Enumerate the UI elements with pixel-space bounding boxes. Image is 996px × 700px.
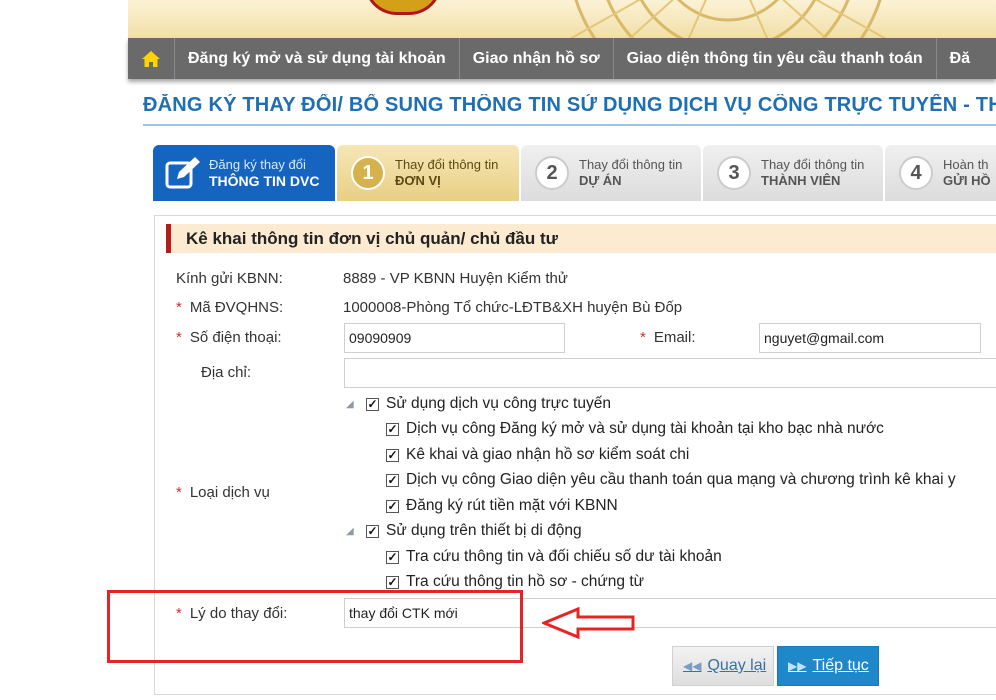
- dvqhns-label: Mã ĐVQHNS:: [189, 299, 284, 316]
- checkbox-checked-icon[interactable]: ✓: [386, 575, 399, 589]
- address-label: Địa chỉ:: [201, 364, 252, 381]
- service-group-label: Sử dụng trên thiết bị di động: [386, 522, 582, 539]
- step-line1: Hoàn th: [943, 157, 989, 172]
- service-item[interactable]: ✓ Dịch vụ công Giao diện yêu cầu thanh t…: [386, 471, 956, 489]
- service-group-online[interactable]: ✓ Sử dụng dịch vụ công trực tuyến: [366, 395, 611, 413]
- required-mark: *: [176, 299, 182, 316]
- required-mark: *: [176, 329, 182, 346]
- service-item[interactable]: ✓ Kê khai và giao nhận hồ sơ kiểm soát c…: [386, 446, 689, 464]
- step-number: 4: [899, 156, 933, 190]
- phone-label: Số điện thoại:: [189, 329, 282, 346]
- service-item-label: Đăng ký rút tiền mặt với KBNN: [406, 497, 618, 514]
- checkbox-checked-icon[interactable]: ✓: [386, 422, 399, 436]
- main-nav: Đăng ký mở và sử dụng tài khoản Giao nhậ…: [128, 38, 996, 79]
- dvqhns-label-row: * Mã ĐVQHNS:: [176, 299, 283, 316]
- checkbox-checked-icon[interactable]: ✓: [386, 448, 399, 462]
- service-item-label: Kê khai và giao nhận hồ sơ kiểm soát chi: [406, 446, 690, 463]
- step-number: 2: [535, 156, 569, 190]
- service-item[interactable]: ✓ Dịch vụ công Đăng ký mở và sử dụng tài…: [386, 420, 884, 438]
- emblem-logo: [364, 0, 442, 15]
- email-input[interactable]: nguyet@gmail.com: [759, 323, 981, 353]
- step-line1: Đăng ký thay đổi: [209, 157, 306, 172]
- nav-item-payment-request[interactable]: Giao diện thông tin yêu cầu thanh toán: [614, 38, 937, 79]
- step-register-change[interactable]: Đăng ký thay đổi THÔNG TIN DVC: [153, 145, 335, 201]
- step-submit[interactable]: 4 Hoàn th GỬI HỒ: [885, 145, 996, 201]
- service-item-label: Dịch vụ công Giao diện yêu cầu thanh toá…: [406, 471, 956, 488]
- nav-item-more[interactable]: Đă: [937, 38, 983, 79]
- rewind-icon: ◀◀: [683, 659, 702, 673]
- back-button-label: Quay lại: [707, 657, 767, 674]
- step-project-info[interactable]: 2 Thay đổi thông tin DỰ ÁN: [521, 145, 701, 201]
- service-item-label: Dịch vụ công Đăng ký mở và sử dụng tài k…: [406, 420, 884, 437]
- nav-item-account-registration[interactable]: Đăng ký mở và sử dụng tài khoản: [175, 38, 460, 79]
- required-mark: *: [640, 329, 646, 346]
- edit-icon: [165, 157, 200, 189]
- dvqhns-value: 1000008-Phòng Tổ chức-LĐTB&XH huyện Bù Đ…: [343, 299, 683, 316]
- title-divider: [143, 124, 996, 126]
- step-unit-info[interactable]: 1 Thay đổi thông tin ĐƠN VỊ: [337, 145, 519, 201]
- back-button[interactable]: ◀◀ Quay lại: [672, 646, 774, 686]
- header-banner: [128, 0, 996, 38]
- checkbox-checked-icon[interactable]: ✓: [366, 524, 379, 538]
- step-line1: Thay đổi thông tin: [579, 157, 683, 172]
- step-line2: THÀNH VIÊN: [761, 173, 841, 188]
- collapse-triangle-icon[interactable]: ◢: [346, 399, 354, 410]
- wizard-steps: Đăng ký thay đổi THÔNG TIN DVC 1 Thay đổ…: [153, 145, 996, 201]
- service-label: Loại dịch vụ: [189, 484, 270, 501]
- step-number: 3: [717, 156, 751, 190]
- kbnn-value: 8889 - VP KBNN Huyện Kiểm thử: [343, 270, 568, 287]
- service-label-row: * Loại dịch vụ: [176, 484, 270, 501]
- nav-home-button[interactable]: [128, 38, 175, 79]
- step-member-info[interactable]: 3 Thay đổi thông tin THÀNH VIÊN: [703, 145, 883, 201]
- collapse-triangle-icon[interactable]: ◢: [346, 526, 354, 537]
- step-line2: ĐƠN VỊ: [395, 173, 441, 188]
- fast-forward-icon: ▶▶: [788, 659, 807, 673]
- step-line1: Thay đổi thông tin: [395, 157, 499, 172]
- phone-input[interactable]: 09090909: [344, 323, 565, 353]
- next-button[interactable]: ▶▶ Tiếp tục: [777, 646, 879, 686]
- checkbox-checked-icon[interactable]: ✓: [386, 473, 399, 487]
- address-input[interactable]: [344, 358, 996, 388]
- service-item[interactable]: ✓ Đăng ký rút tiền mặt với KBNN: [386, 497, 618, 515]
- step-line2: GỬI HỒ: [943, 173, 991, 188]
- step-line2: THÔNG TIN DVC: [209, 173, 320, 189]
- page-title: ĐĂNG KÝ THAY ĐỔI/ BỔ SUNG THÔNG TIN SỬ D…: [143, 94, 996, 116]
- email-label-row: * Email:: [640, 329, 696, 346]
- service-item[interactable]: ✓ Tra cứu thông tin hồ sơ - chứng từ: [386, 573, 644, 591]
- highlight-box: [107, 590, 523, 663]
- checkbox-checked-icon[interactable]: ✓: [386, 499, 399, 513]
- next-button-label: Tiếp tục: [812, 657, 869, 674]
- service-item[interactable]: ✓ Tra cứu thông tin và đối chiếu số dư t…: [386, 548, 722, 566]
- step-line2: DỰ ÁN: [579, 173, 622, 188]
- home-icon: [142, 50, 160, 67]
- service-item-label: Tra cứu thông tin và đối chiếu số dư tài…: [406, 548, 722, 565]
- service-group-mobile[interactable]: ✓ Sử dụng trên thiết bị di động: [366, 522, 582, 540]
- nav-item-document-exchange[interactable]: Giao nhận hồ sơ: [460, 38, 614, 79]
- kbnn-label: Kính gửi KBNN:: [176, 270, 283, 287]
- phone-label-row: * Số điện thoại:: [176, 329, 282, 346]
- service-group-label: Sử dụng dịch vụ công trực tuyến: [386, 395, 611, 412]
- required-mark: *: [176, 484, 182, 501]
- checkbox-checked-icon[interactable]: ✓: [366, 397, 379, 411]
- section-title: Kê khai thông tin đơn vị chủ quản/ chủ đ…: [166, 224, 996, 253]
- annotation-arrow-icon: [542, 607, 635, 639]
- service-item-label: Tra cứu thông tin hồ sơ - chứng từ: [406, 573, 645, 590]
- checkbox-checked-icon[interactable]: ✓: [386, 550, 399, 564]
- step-number: 1: [351, 156, 385, 190]
- step-line1: Thay đổi thông tin: [761, 157, 865, 172]
- bronze-drum-pattern: [569, 0, 887, 38]
- email-label: Email:: [653, 329, 696, 346]
